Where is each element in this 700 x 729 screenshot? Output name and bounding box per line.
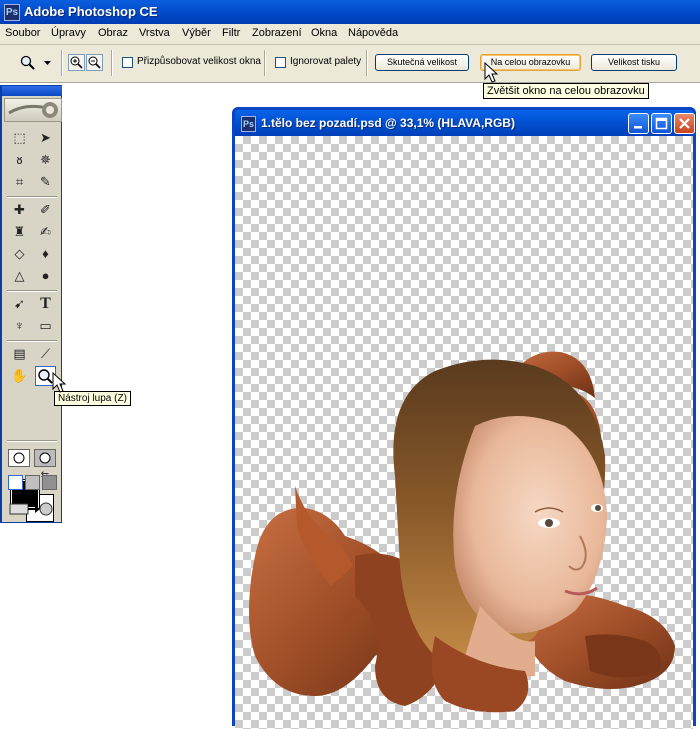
options-separator <box>366 50 368 76</box>
app-title: Adobe Photoshop CE <box>24 4 158 19</box>
screen-mode-standard-button[interactable] <box>8 475 23 490</box>
maximize-button[interactable] <box>651 113 672 134</box>
marquee-icon[interactable]: ⬚ <box>9 128 30 148</box>
options-separator <box>111 50 113 76</box>
girl-clay-body-image <box>249 351 675 713</box>
history-brush-icon[interactable]: ✍ <box>35 222 56 242</box>
menu-okna[interactable]: Okna <box>311 27 337 39</box>
photoshop-document-icon: Ps <box>241 116 256 132</box>
menu-bar: Soubor Úpravy Obraz Vrstva Výběr Filtr Z… <box>0 24 700 45</box>
menu-soubor[interactable]: Soubor <box>5 27 40 39</box>
menu-vyber[interactable]: Výběr <box>182 27 211 39</box>
chevron-down-icon[interactable] <box>44 61 52 67</box>
options-bar: Přizpůsobovat velikost okna Ignorovat pa… <box>0 45 700 83</box>
minimize-button[interactable] <box>628 113 649 134</box>
jump-to-imageready-button[interactable] <box>8 500 54 518</box>
standard-mode-icon <box>13 452 25 464</box>
menu-obraz[interactable]: Obraz <box>98 27 128 39</box>
toolbox-separator <box>7 340 57 342</box>
screen-mode-fullscreen-menu-button[interactable] <box>25 475 40 490</box>
toolbox-header[interactable] <box>2 86 62 96</box>
maximize-icon <box>655 117 668 130</box>
actual-size-button[interactable]: Skutečná velikost <box>375 54 469 71</box>
zoom-in-icon <box>70 56 83 69</box>
close-icon <box>679 118 690 129</box>
minimize-icon <box>634 126 642 129</box>
mouse-cursor-icon <box>484 62 498 83</box>
brush-icon[interactable]: ✐ <box>35 200 56 220</box>
quick-mask-icon <box>39 452 51 464</box>
mouse-cursor-icon <box>52 372 66 393</box>
toolbox-separator <box>7 196 57 198</box>
zoom-tool-preset-icon[interactable] <box>20 55 36 71</box>
toolbox-separator <box>7 440 57 442</box>
paint-bucket-icon[interactable]: ♦ <box>35 244 56 264</box>
eyedropper-icon[interactable]: ⟋ <box>35 344 56 364</box>
slice-icon[interactable]: ✎ <box>35 172 56 192</box>
menu-zobrazeni[interactable]: Zobrazení <box>252 27 302 39</box>
menu-upravy[interactable]: Úpravy <box>51 27 86 39</box>
document-title: 1.tělo bez pozadí.psd @ 33,1% (HLAVA,RGB… <box>261 116 515 130</box>
standard-mode-button[interactable] <box>8 449 30 467</box>
adobe-online-icon[interactable] <box>4 98 62 122</box>
imageready-icon <box>9 502 53 516</box>
notes-icon[interactable]: ▤ <box>9 344 30 364</box>
ignore-palettes-checkbox[interactable] <box>275 57 286 68</box>
magic-wand-icon[interactable]: ✵ <box>35 150 56 170</box>
toolbox-separator <box>7 290 57 292</box>
options-separator <box>264 50 266 76</box>
document-title-bar[interactable]: Ps 1.tělo bez pozadí.psd @ 33,1% (HLAVA,… <box>235 110 695 136</box>
menu-vrstva[interactable]: Vrstva <box>139 27 170 39</box>
close-button[interactable] <box>674 113 695 134</box>
menu-filtr[interactable]: Filtr <box>222 27 240 39</box>
hand-icon[interactable]: ✋ <box>9 366 30 386</box>
zoom-out-button[interactable] <box>86 54 103 71</box>
rectangle-icon[interactable]: ▭ <box>35 316 56 336</box>
eraser-icon[interactable]: ◇ <box>9 244 30 264</box>
zoom-out-icon <box>88 56 101 69</box>
quick-mask-button[interactable] <box>34 449 56 467</box>
dodge-icon[interactable]: ● <box>35 266 56 286</box>
type-tool-icon[interactable]: T <box>35 294 56 314</box>
path-selection-icon[interactable]: ➹ <box>9 294 30 314</box>
healing-brush-icon[interactable]: ✚ <box>9 200 30 220</box>
pen-icon[interactable]: ♆ <box>9 316 30 336</box>
screen-mode-fullscreen-button[interactable] <box>42 475 57 490</box>
zoom-in-button[interactable] <box>68 54 85 71</box>
photoshop-logo-icon: Ps <box>4 4 20 21</box>
ignore-palettes-label: Ignorovat palety <box>290 56 362 67</box>
move-icon[interactable]: ➤ <box>35 128 56 148</box>
crop-icon[interactable]: ⌗ <box>9 172 30 192</box>
print-size-button[interactable]: Velikost tisku <box>591 54 677 71</box>
fit-window-label: Přizpůsobovat velikost okna <box>137 56 261 67</box>
fit-window-checkbox[interactable] <box>122 57 133 68</box>
options-separator <box>61 50 63 76</box>
clone-stamp-icon[interactable]: ♜ <box>9 222 30 242</box>
menu-napoveda[interactable]: Nápověda <box>348 27 398 39</box>
blur-icon[interactable]: △ <box>9 266 30 286</box>
image-canvas[interactable] <box>235 136 693 729</box>
document-window[interactable]: Ps 1.tělo bez pozadí.psd @ 33,1% (HLAVA,… <box>232 107 696 729</box>
lasso-icon[interactable]: ᴕ <box>9 150 30 170</box>
app-title-bar[interactable]: Ps Adobe Photoshop CE <box>0 0 700 24</box>
fit-screen-tooltip: Zvětšit okno na celou obrazovku <box>483 83 649 99</box>
